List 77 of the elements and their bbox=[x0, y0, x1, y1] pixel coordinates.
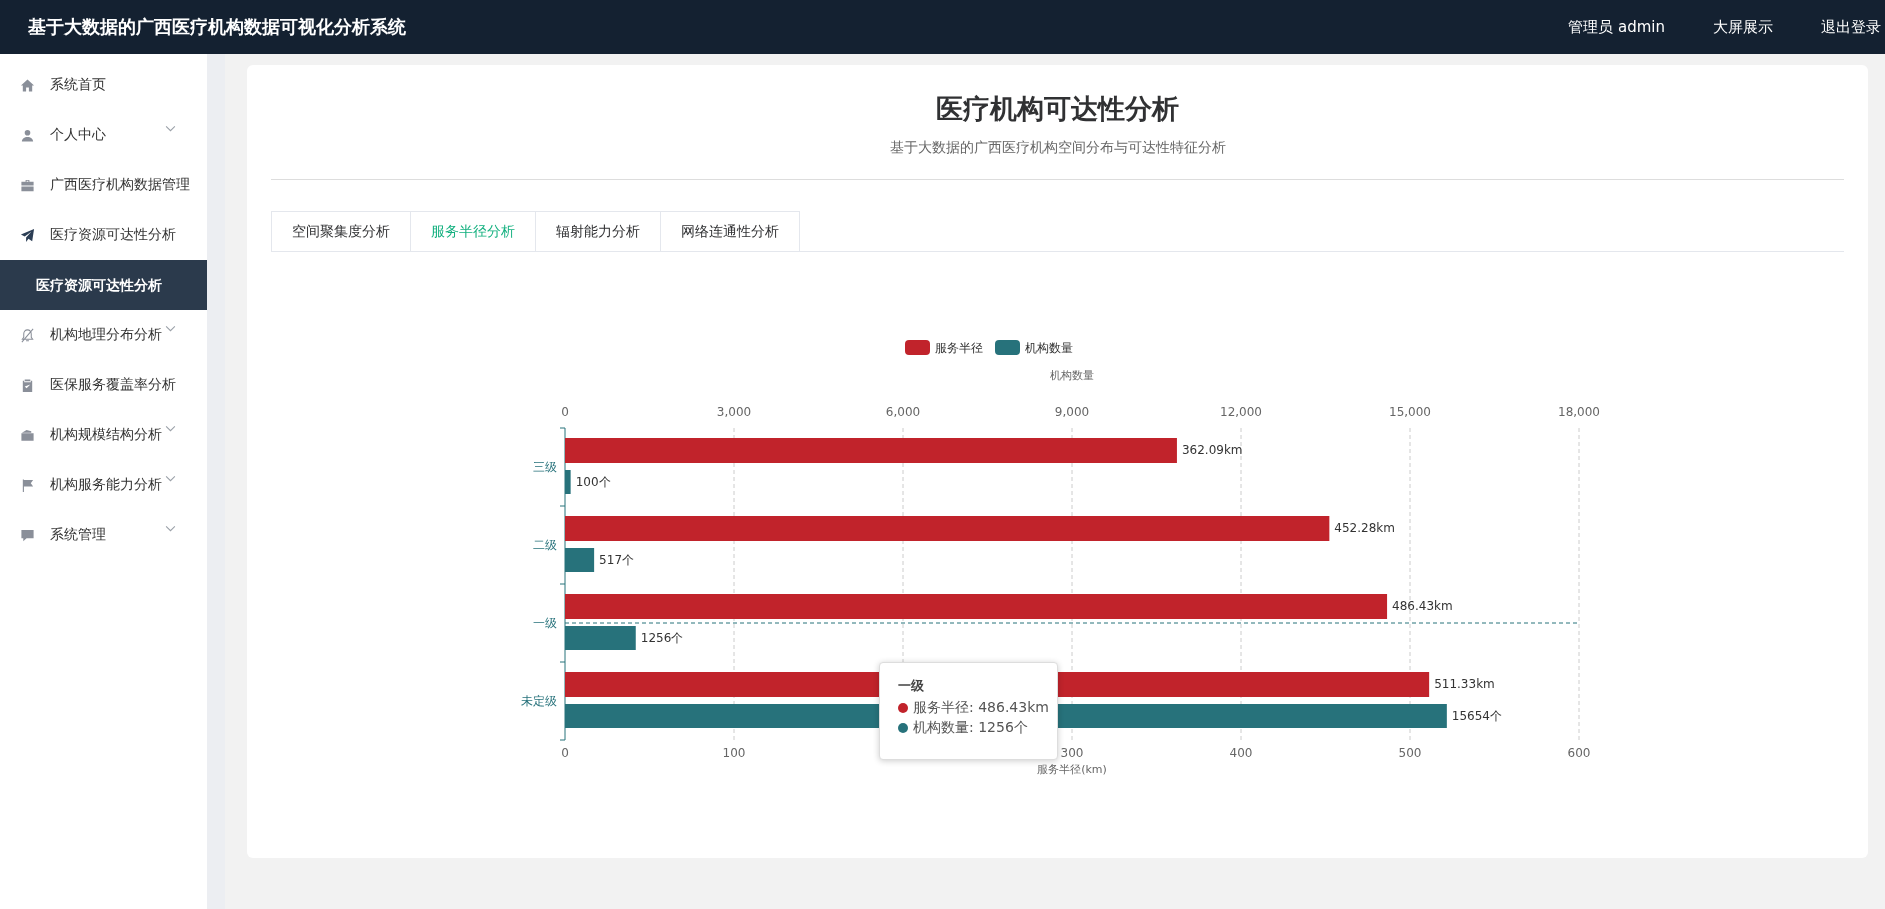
sidebar-item[interactable]: 医保服务覆盖率分析 bbox=[0, 360, 207, 410]
caret-icon bbox=[165, 125, 176, 132]
caret-icon bbox=[165, 525, 176, 532]
tab[interactable]: 空间聚集度分析 bbox=[271, 211, 411, 251]
sidebar-item[interactable]: 机构服务能力分析 bbox=[0, 460, 207, 510]
tooltip-title: 一级 bbox=[898, 677, 925, 695]
header-link[interactable]: 退出登录 bbox=[1821, 17, 1881, 37]
tick-label: 12,000 bbox=[1220, 405, 1262, 419]
value-label: 511.33km bbox=[1434, 677, 1495, 691]
tick-label: 15,000 bbox=[1389, 405, 1431, 419]
app-title: 基于大数据的广西医疗机构数据可视化分析系统 bbox=[28, 15, 406, 39]
value-label: 517个 bbox=[599, 553, 635, 567]
caret-icon bbox=[165, 325, 176, 332]
category-label: 未定级 bbox=[521, 694, 557, 708]
tick-label: 9,000 bbox=[1054, 405, 1090, 419]
tick-label: 500 bbox=[1398, 746, 1422, 760]
clipboard-icon bbox=[20, 377, 35, 393]
value-label: 362.09km bbox=[1181, 443, 1243, 457]
sidebar-item[interactable]: 个人中心 bbox=[0, 110, 207, 160]
tick-label: 600 bbox=[1567, 746, 1591, 760]
sidebar-label: 医疗资源可达性分析 bbox=[50, 226, 176, 244]
sidebar-item[interactable]: 医疗资源可达性分析 bbox=[0, 210, 207, 260]
value-label: 15654个 bbox=[1451, 709, 1503, 723]
sidebar-label: 医保服务覆盖率分析 bbox=[50, 376, 176, 394]
axis-title: 机构数量 bbox=[1050, 369, 1094, 382]
value-label: 100个 bbox=[575, 475, 611, 489]
axis-title: 服务半径(km) bbox=[1037, 763, 1107, 776]
sidebar-item[interactable]: 系统管理 bbox=[0, 510, 207, 560]
tooltip-text: 机构数量: 1256个 bbox=[913, 719, 1028, 737]
tick-label: 0 bbox=[561, 746, 569, 760]
legend-item[interactable]: 机构数量 bbox=[995, 340, 1073, 355]
sidebar-item[interactable]: 机构地理分布分析 bbox=[0, 310, 207, 360]
tab[interactable]: 网络连通性分析 bbox=[660, 211, 800, 251]
legend-label: 机构数量 bbox=[1025, 341, 1073, 355]
user-icon bbox=[20, 127, 35, 143]
sidebar-item[interactable]: 广西医疗机构数据管理 bbox=[0, 160, 207, 210]
bell-icon bbox=[20, 327, 35, 343]
tick-label: 400 bbox=[1229, 746, 1253, 760]
bar[interactable] bbox=[565, 548, 595, 572]
page-title: 医疗机构可达性分析 bbox=[935, 92, 1180, 126]
tick-label: 6,000 bbox=[885, 405, 921, 419]
sidebar-label: 机构服务能力分析 bbox=[50, 476, 162, 494]
value-label: 1256个 bbox=[640, 631, 684, 645]
caret-icon bbox=[165, 475, 176, 482]
value-label: 486.43km bbox=[1392, 599, 1453, 613]
tick-label: 18,000 bbox=[1558, 405, 1600, 419]
bar[interactable] bbox=[565, 470, 571, 494]
sidebar-label: 系统首页 bbox=[50, 76, 106, 94]
sidebar-label: 机构地理分布分析 bbox=[50, 326, 162, 344]
category-label: 一级 bbox=[533, 616, 557, 630]
home-icon bbox=[20, 77, 35, 93]
chat-icon bbox=[20, 527, 35, 543]
category-label: 三级 bbox=[533, 460, 557, 474]
sidebar-subitem[interactable]: 医疗资源可达性分析 bbox=[0, 260, 207, 310]
tick-label: 0 bbox=[561, 405, 569, 419]
sidebar-label: 机构规模结构分析 bbox=[50, 426, 162, 444]
flag-icon bbox=[20, 477, 35, 493]
caret-icon bbox=[165, 425, 176, 432]
tick-label: 300 bbox=[1060, 746, 1084, 760]
plane-icon bbox=[20, 227, 35, 243]
tooltip-text: 服务半径: 486.43km bbox=[913, 699, 1049, 717]
wallet-icon bbox=[20, 427, 35, 443]
sidebar-item[interactable]: 系统首页 bbox=[0, 60, 207, 110]
tick-label: 100 bbox=[722, 746, 746, 760]
category-label: 二级 bbox=[533, 538, 557, 552]
legend-label: 服务半径 bbox=[935, 341, 983, 355]
sidebar-item[interactable]: 机构规模结构分析 bbox=[0, 410, 207, 460]
header-link[interactable]: 大屏展示 bbox=[1713, 17, 1773, 37]
value-label: 452.28km bbox=[1334, 521, 1395, 535]
sidebar-label: 广西医疗机构数据管理 bbox=[50, 176, 190, 194]
briefcase-icon bbox=[20, 177, 35, 193]
legend-item[interactable]: 服务半径 bbox=[905, 340, 983, 355]
tick-label: 3,000 bbox=[716, 405, 752, 419]
sidebar-label: 个人中心 bbox=[50, 126, 106, 144]
page-subtitle: 基于大数据的广西医疗机构空间分布与可达性特征分析 bbox=[888, 139, 1227, 157]
sidebar-label: 系统管理 bbox=[50, 526, 106, 544]
header-link[interactable]: 管理员 admin bbox=[1568, 17, 1665, 37]
